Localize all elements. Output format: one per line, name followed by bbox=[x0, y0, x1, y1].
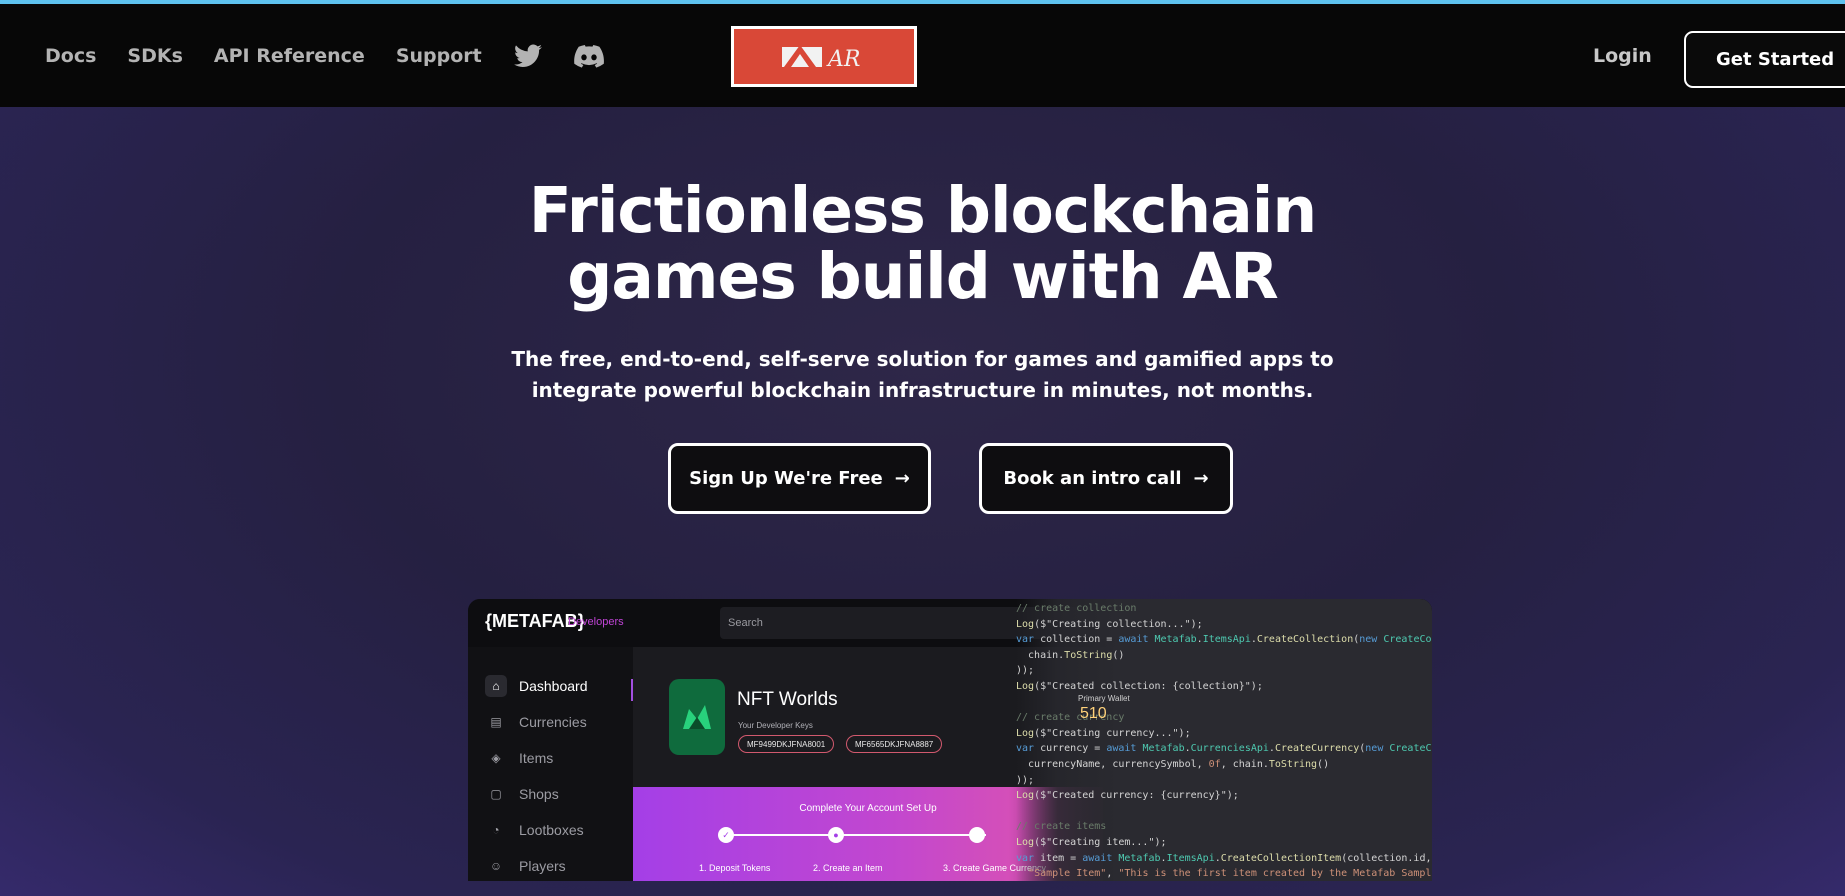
preview-sidebar-item-players: ☺ Players bbox=[485, 851, 566, 881]
preview-step-line bbox=[726, 834, 986, 836]
product-preview-screenshot: {METAFAB} Developers Search ⌂ Dashboard … bbox=[468, 599, 1432, 881]
preview-sidebar-item-items: ◈ Items bbox=[485, 743, 553, 773]
currency-icon: ▤ bbox=[490, 715, 502, 729]
preview-key-1: MF9499DKJFNA8001 bbox=[738, 735, 835, 753]
svg-text:AR: AR bbox=[826, 47, 860, 72]
book-intro-call-label: Book an intro call bbox=[1003, 468, 1182, 489]
discord-icon[interactable] bbox=[573, 41, 604, 71]
layers-icon: ◈ bbox=[491, 751, 501, 765]
preview-sidebar-label: Items bbox=[519, 750, 554, 766]
preview-sidebar-item-shops: ▢ Shops bbox=[485, 779, 559, 809]
login-link[interactable]: Login bbox=[1593, 45, 1652, 67]
hero-subtitle-line-2: integrate powerful blockchain infrastruc… bbox=[531, 378, 1314, 402]
nav-support-link[interactable]: Support bbox=[396, 45, 482, 67]
preview-sidebar-label: Shops bbox=[519, 786, 559, 802]
hero-title-line-1: Frictionless blockchain bbox=[528, 174, 1317, 247]
preview-keys-label: Your Developer Keys bbox=[738, 721, 813, 730]
preview-sidebar-item-dashboard: ⌂ Dashboard bbox=[485, 671, 588, 701]
home-icon: ⌂ bbox=[485, 675, 507, 697]
get-started-button[interactable]: Get Started → bbox=[1684, 31, 1845, 88]
preview-sidebar-label: Dashboard bbox=[519, 678, 588, 694]
sign-up-button[interactable]: Sign Up We're Free → bbox=[668, 443, 931, 514]
preview-wallet-label: Primary Wallet bbox=[1078, 694, 1130, 703]
preview-step-dot bbox=[969, 827, 985, 843]
check-icon: ✓ bbox=[718, 827, 734, 843]
book-intro-call-button[interactable]: Book an intro call → bbox=[979, 443, 1233, 514]
preview-sidebar-label: Lootboxes bbox=[519, 822, 584, 838]
preview-step-label-2: 2. Create an Item bbox=[813, 863, 883, 873]
preview-key-2: MF6565DKJFNA8887 bbox=[846, 735, 943, 753]
lootbox-icon: ◔ bbox=[492, 823, 500, 837]
arrow-right-icon: → bbox=[894, 468, 910, 489]
preview-wallet-value: 510 bbox=[1080, 705, 1107, 722]
preview-code-overlay: // create collection Log($"Creating coll… bbox=[1016, 599, 1432, 881]
twitter-icon[interactable] bbox=[513, 41, 543, 71]
preview-sidebar-item-lootboxes: ◔ Lootboxes bbox=[485, 815, 584, 845]
hero-title-line-2: games build with AR bbox=[567, 240, 1279, 313]
preview-brand-tag: Developers bbox=[568, 616, 624, 628]
preview-step-label-1: 1. Deposit Tokens bbox=[699, 863, 771, 873]
nav-docs-link[interactable]: Docs bbox=[45, 45, 96, 67]
top-nav: Docs SDKs API Reference Support AR Login… bbox=[0, 4, 1845, 107]
nav-sdks-link[interactable]: SDKs bbox=[127, 45, 183, 67]
preview-sidebar: ⌂ Dashboard ▤ Currencies ◈ Items ▢ Shops… bbox=[468, 647, 633, 881]
user-icon: ☺ bbox=[489, 859, 503, 873]
nft-worlds-logo bbox=[669, 679, 725, 755]
brand-logo-mark: AR bbox=[734, 29, 914, 84]
brand-logo[interactable]: AR bbox=[731, 26, 917, 87]
preview-sidebar-item-currencies: ▤ Currencies bbox=[485, 707, 587, 737]
sign-up-label: Sign Up We're Free bbox=[689, 468, 883, 489]
preview-sidebar-label: Currencies bbox=[519, 714, 587, 730]
hero-subtitle: The free, end-to-end, self-serve solutio… bbox=[0, 344, 1845, 406]
shop-icon: ▢ bbox=[490, 787, 502, 801]
hero-subtitle-line-1: The free, end-to-end, self-serve solutio… bbox=[511, 347, 1334, 371]
preview-sidebar-label: Players bbox=[519, 858, 566, 874]
get-started-label: Get Started bbox=[1716, 49, 1835, 70]
nav-api-reference-link[interactable]: API Reference bbox=[214, 45, 365, 67]
nav-links: Docs SDKs API Reference Support bbox=[45, 4, 604, 107]
preview-step-dot: ● bbox=[828, 827, 844, 843]
hero-title: Frictionless blockchain games build with… bbox=[0, 178, 1845, 310]
arrow-right-icon: → bbox=[1193, 468, 1209, 489]
preview-project-name: NFT Worlds bbox=[737, 689, 838, 710]
